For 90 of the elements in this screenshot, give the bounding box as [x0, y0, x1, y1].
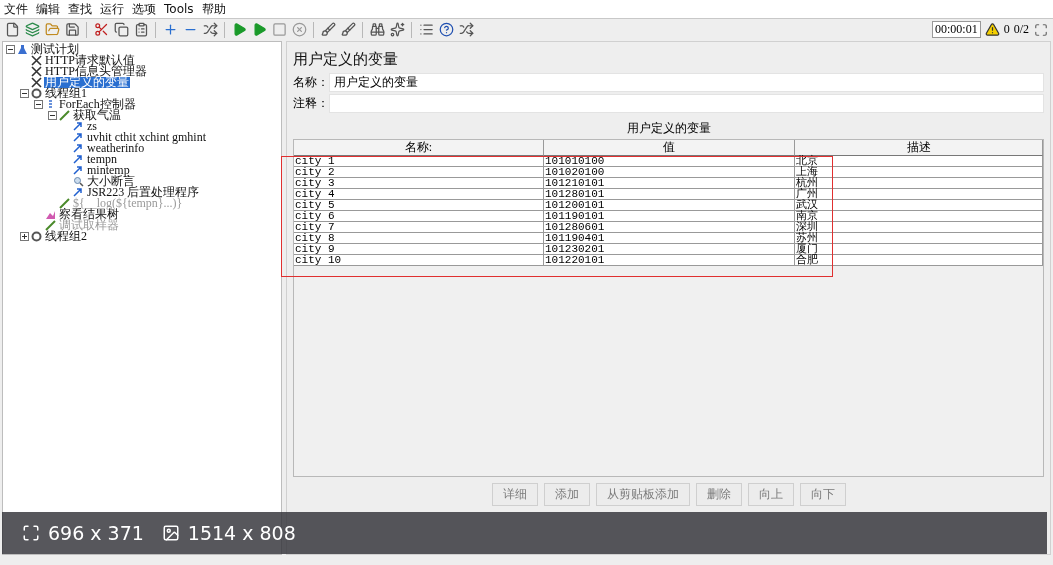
list-icon[interactable] — [418, 21, 434, 38]
scissors-icon[interactable] — [93, 21, 109, 38]
error-count: 0 — [1003, 22, 1010, 37]
plus-icon[interactable] — [162, 21, 178, 38]
tree-item[interactable]: 大小断言 — [86, 176, 136, 187]
tree-item[interactable]: JSR223 后置处理程序 — [86, 187, 201, 198]
tree-item[interactable]: weatherinfo — [86, 143, 146, 154]
table-cell: 101210101 — [544, 178, 795, 189]
binoculars-icon[interactable] — [369, 21, 385, 38]
chart-icon — [45, 209, 56, 220]
collapse-icon[interactable] — [6, 45, 15, 54]
flask-icon — [17, 44, 28, 55]
table-cell: 101230201 — [544, 244, 795, 255]
arrow-icon — [73, 165, 84, 176]
table-cell: 101280601 — [544, 222, 795, 233]
arrow-icon — [73, 121, 84, 132]
help-icon[interactable] — [438, 21, 454, 38]
copy-icon[interactable] — [113, 21, 129, 38]
table-cell: 101200101 — [544, 200, 795, 211]
menu-item[interactable]: 选项 — [132, 0, 156, 18]
tree-item[interactable]: 线程组2 — [44, 231, 88, 242]
name-field[interactable]: 用户定义的变量 — [329, 73, 1044, 92]
table-cell: 101190101 — [544, 211, 795, 222]
menu-item[interactable]: Tools — [164, 2, 194, 16]
arrow-icon — [73, 143, 84, 154]
table-title: 用户定义的变量 — [625, 120, 712, 137]
table-cell: city 10 — [294, 255, 544, 266]
expand-icon[interactable] — [20, 232, 29, 241]
menu-item[interactable]: 编辑 — [36, 0, 60, 18]
warning-icon[interactable] — [984, 22, 1000, 37]
play-icon[interactable] — [231, 21, 247, 38]
tree-item[interactable]: zs — [86, 121, 98, 132]
arrow-icon — [73, 132, 84, 143]
display-size: 696 x 371 — [48, 522, 144, 544]
table-cell: city 5 — [294, 200, 544, 211]
column-header[interactable]: 值 — [544, 140, 795, 156]
tree-item[interactable]: 测试计划 — [30, 44, 80, 55]
menu-item[interactable]: 运行 — [100, 0, 124, 18]
tree-item[interactable]: 察看结果树 — [58, 209, 120, 220]
tree-item[interactable]: HTTP信息头管理器 — [44, 66, 148, 77]
clipboard-icon[interactable] — [133, 21, 149, 38]
table-cell: city 7 — [294, 222, 544, 233]
table-cell: 杭州 — [795, 178, 1043, 189]
comment-field[interactable] — [329, 94, 1044, 113]
pen-icon — [59, 198, 70, 209]
display-size-icon — [22, 524, 40, 542]
table-cell: 合肥 — [795, 255, 1043, 266]
image-icon — [161, 524, 180, 542]
elapsed-time: 00:00:01 — [932, 21, 981, 38]
table-cell: city 2 — [294, 167, 544, 178]
table-cell: city 8 — [294, 233, 544, 244]
column-header[interactable]: 名称: — [294, 140, 544, 156]
table-cell: 101190401 — [544, 233, 795, 244]
menu-item[interactable]: 查找 — [68, 0, 92, 18]
column-header[interactable]: 描述 — [795, 140, 1043, 156]
pen-icon — [59, 110, 70, 121]
arrow-icon — [73, 187, 84, 198]
table-cell: city 4 — [294, 189, 544, 200]
collapse-icon[interactable] — [34, 100, 43, 109]
field-label: 名称： — [293, 74, 329, 91]
magnifier-icon — [73, 176, 84, 187]
table-cell: city 6 — [294, 211, 544, 222]
table-cell: 101280101 — [544, 189, 795, 200]
table-cell: city 1 — [294, 156, 544, 167]
tree-item[interactable]: mintemp — [86, 165, 131, 176]
tree-item[interactable]: HTTP请求默认值 — [44, 55, 136, 66]
table-cell: 101020100 — [544, 167, 795, 178]
field-label: 注释： — [293, 95, 329, 112]
table-cell: 南京 — [795, 211, 1043, 222]
table-cell: 101010100 — [544, 156, 795, 167]
image-size: 1514 x 808 — [187, 522, 296, 544]
collapse-icon[interactable] — [20, 89, 29, 98]
table-cell: city 3 — [294, 178, 544, 189]
tree-item[interactable]: ForEach控制器 — [58, 99, 137, 110]
tree-item[interactable]: 获取气温 — [72, 110, 122, 121]
table-cell: city 9 — [294, 244, 544, 255]
table-cell: 厦门 — [795, 244, 1043, 255]
new-file-icon[interactable] — [4, 21, 20, 38]
panel-title: 用户定义的变量 — [293, 49, 399, 70]
pen-icon — [45, 220, 56, 231]
menu-item[interactable]: 文件 — [4, 0, 28, 18]
thread-count: 0/2 — [1013, 22, 1029, 37]
save-icon[interactable] — [64, 21, 80, 38]
collapse-icon[interactable] — [48, 111, 57, 120]
tree-item[interactable]: 线程组1 — [44, 88, 88, 99]
tree-item[interactable]: tempn — [86, 154, 118, 165]
arrow-icon — [73, 154, 84, 165]
menu-item[interactable]: 帮助 — [201, 0, 226, 18]
tree-item[interactable]: uvhit cthit xchint gmhint — [86, 132, 207, 143]
table-cell: 101220101 — [544, 255, 795, 266]
